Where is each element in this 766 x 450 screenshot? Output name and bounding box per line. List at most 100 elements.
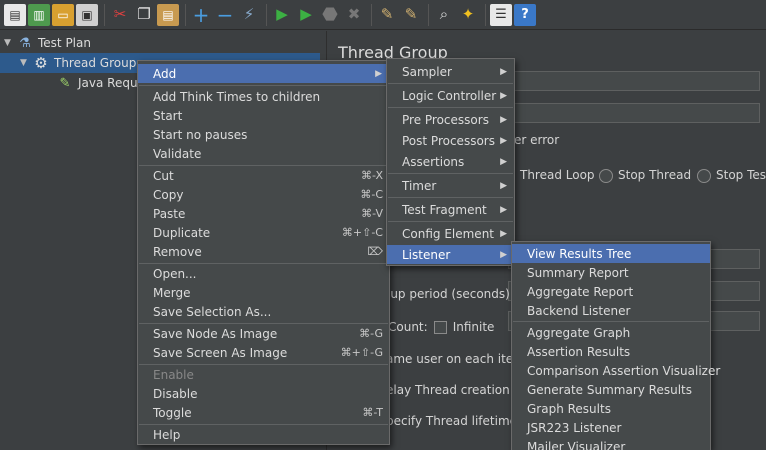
menu-item-save-node-as-image[interactable]: Save Node As Image ⌘-G bbox=[138, 324, 389, 343]
menu-item-start[interactable]: Start bbox=[138, 106, 389, 125]
radio-stop-test[interactable]: Stop Tes bbox=[697, 168, 766, 183]
reset-search-icon[interactable]: ✦ bbox=[457, 4, 479, 26]
menu-item-duplicate[interactable]: Duplicate ⌘+⇧-C bbox=[138, 223, 389, 242]
help-icon[interactable]: ? bbox=[514, 3, 536, 26]
menu-item-cut[interactable]: Cut ⌘-X bbox=[138, 166, 389, 185]
menu-item-enable: Enable bbox=[153, 367, 194, 382]
menu-item-backend-listener[interactable]: Backend Listener bbox=[512, 301, 710, 320]
menu-item-logic-controller[interactable]: Logic Controller ▶ bbox=[387, 86, 514, 105]
tree-node-label: Java Requ bbox=[78, 76, 138, 90]
cut-icon[interactable]: ✂ bbox=[109, 4, 131, 26]
submenu-arrow-icon: ▶ bbox=[500, 66, 507, 77]
menu-item-assertion-results[interactable]: Assertion Results bbox=[512, 342, 710, 361]
radio-stop-thread[interactable]: Stop Thread bbox=[599, 168, 691, 183]
context-menu: Add ▶ Add Think Times to children Start S… bbox=[137, 60, 390, 445]
menu-item-add-think-times[interactable]: Add Think Times to children bbox=[138, 87, 389, 106]
collapse-icon[interactable]: − bbox=[214, 4, 236, 26]
menu-item-timer[interactable]: Timer ▶ bbox=[387, 176, 514, 195]
menu-item-listener[interactable]: Listener ▶ bbox=[387, 245, 514, 264]
stop-icon[interactable]: ⬣ bbox=[319, 4, 341, 26]
templates-icon[interactable]: ▥ bbox=[28, 3, 50, 26]
menu-item-copy[interactable]: Copy ⌘-C bbox=[138, 185, 389, 204]
tree-node-test-plan[interactable]: ▼ ⚗ Test Plan bbox=[4, 33, 91, 53]
gear-icon: ⚙ bbox=[34, 54, 48, 72]
flask-icon: ⚗ bbox=[19, 35, 31, 51]
menu-item-summary-report[interactable]: Summary Report bbox=[512, 263, 710, 282]
submenu-arrow-icon: ▶ bbox=[375, 68, 382, 79]
search-icon[interactable]: ⌕ bbox=[433, 4, 455, 26]
name-field[interactable] bbox=[508, 71, 760, 91]
loop-count-label: Count: Infinite bbox=[388, 320, 494, 334]
shutdown-icon[interactable]: ✖ bbox=[343, 4, 365, 26]
menu-item-generate-summary-results[interactable]: Generate Summary Results bbox=[512, 380, 710, 399]
menu-item-config-element[interactable]: Config Element ▶ bbox=[387, 224, 514, 243]
save-icon[interactable]: ▣ bbox=[76, 3, 98, 26]
menu-item-remove[interactable]: Remove ⌦ bbox=[138, 242, 389, 261]
menu-separator bbox=[139, 85, 388, 86]
menu-item-jsr223-listener[interactable]: JSR223 Listener bbox=[512, 418, 710, 437]
toolbar-separator bbox=[485, 3, 486, 26]
menu-item-graph-results[interactable]: Graph Results bbox=[512, 399, 710, 418]
ramp-up-label: -up period (seconds): bbox=[386, 287, 514, 301]
menu-separator bbox=[388, 107, 513, 108]
menu-separator bbox=[388, 173, 513, 174]
menu-item-add[interactable]: Add ▶ bbox=[138, 64, 389, 83]
copy-icon[interactable]: ❐ bbox=[133, 4, 155, 26]
menu-item-view-results-tree[interactable]: View Results Tree bbox=[512, 244, 710, 263]
clear-icon[interactable]: ✎ bbox=[376, 4, 398, 26]
toolbar-separator bbox=[104, 3, 105, 26]
submenu-arrow-icon: ▶ bbox=[500, 90, 507, 101]
toolbar-separator bbox=[371, 3, 372, 26]
pipette-icon: ✎ bbox=[59, 75, 71, 91]
menu-item-assertions[interactable]: Assertions ▶ bbox=[387, 152, 514, 171]
menu-separator bbox=[388, 221, 513, 222]
menu-item-toggle[interactable]: Toggle ⌘-T bbox=[138, 403, 389, 422]
menu-item-post-processors[interactable]: Post Processors ▶ bbox=[387, 131, 514, 150]
start-no-pauses-icon[interactable]: ▶ bbox=[295, 4, 317, 26]
toggle-icon[interactable]: ⚡ bbox=[238, 4, 260, 26]
menu-item-disable[interactable]: Disable bbox=[138, 384, 389, 403]
open-icon[interactable]: ▭ bbox=[52, 3, 74, 26]
menu-item-test-fragment[interactable]: Test Fragment ▶ bbox=[387, 200, 514, 219]
listener-submenu: View Results Tree Summary Report Aggrega… bbox=[511, 241, 720, 450]
menu-item-mailer-visualizer[interactable]: Mailer Visualizer bbox=[512, 437, 710, 450]
paste-icon[interactable]: ▤ bbox=[157, 3, 179, 26]
infinite-checkbox[interactable] bbox=[433, 321, 447, 334]
submenu-arrow-icon: ▶ bbox=[500, 135, 507, 146]
menu-item-save-screen-as-image[interactable]: Save Screen As Image ⌘+⇧-G bbox=[138, 343, 389, 362]
menu-item-validate[interactable]: Validate bbox=[138, 144, 389, 163]
chevron-down-icon[interactable]: ▼ bbox=[20, 58, 32, 68]
menu-item-pre-processors[interactable]: Pre Processors ▶ bbox=[387, 110, 514, 129]
menu-item-save-selection-as[interactable]: Save Selection As... bbox=[138, 302, 389, 321]
radio-label: Thread Loop bbox=[520, 168, 595, 182]
same-user-label: ame user on each itera bbox=[386, 352, 526, 366]
radio-label: Stop Thread bbox=[618, 168, 692, 182]
new-icon[interactable]: ▤ bbox=[4, 3, 26, 26]
clear-all-icon[interactable]: ✎ bbox=[400, 4, 422, 26]
menu-item-sampler[interactable]: Sampler ▶ bbox=[387, 62, 514, 81]
comments-field[interactable] bbox=[508, 103, 760, 123]
menu-item-help[interactable]: Help bbox=[138, 425, 389, 444]
menu-item-paste[interactable]: Paste ⌘-V bbox=[138, 204, 389, 223]
function-helper-icon[interactable]: ☰ bbox=[490, 3, 512, 26]
start-icon[interactable]: ▶ bbox=[271, 4, 293, 26]
radio-start-next-thread-loop[interactable]: Thread Loop bbox=[520, 168, 595, 182]
radio-button[interactable] bbox=[697, 168, 711, 183]
menu-item-open[interactable]: Open... bbox=[138, 264, 389, 283]
chevron-down-icon[interactable]: ▼ bbox=[4, 38, 16, 48]
toolbar-separator bbox=[185, 3, 186, 26]
menu-item-merge[interactable]: Merge bbox=[138, 283, 389, 302]
expand-icon[interactable]: + bbox=[190, 4, 212, 26]
menu-item-aggregate-report[interactable]: Aggregate Report bbox=[512, 282, 710, 301]
menu-item-start-no-pauses[interactable]: Start no pauses bbox=[138, 125, 389, 144]
radio-button[interactable] bbox=[599, 168, 613, 183]
delay-thread-label: elay Thread creation u bbox=[386, 383, 522, 397]
submenu-arrow-icon: ▶ bbox=[500, 156, 507, 167]
menu-item-comparison-assertion-visualizer[interactable]: Comparison Assertion Visualizer bbox=[512, 361, 720, 380]
sampler-error-label: er error bbox=[514, 133, 560, 147]
toolbar: ▤ ▥ ▭ ▣ ✂ ❐ ▤ + − ⚡ ▶ ▶ ⬣ ✖ ✎ ✎ ⌕ ✦ ☰ ? bbox=[0, 0, 766, 30]
menu-item-aggregate-graph[interactable]: Aggregate Graph bbox=[512, 323, 710, 342]
tree-node-java-request[interactable]: ✎ Java Requ bbox=[56, 73, 138, 93]
submenu-arrow-icon: ▶ bbox=[500, 114, 507, 125]
tree-node-label: Test Plan bbox=[38, 36, 91, 50]
